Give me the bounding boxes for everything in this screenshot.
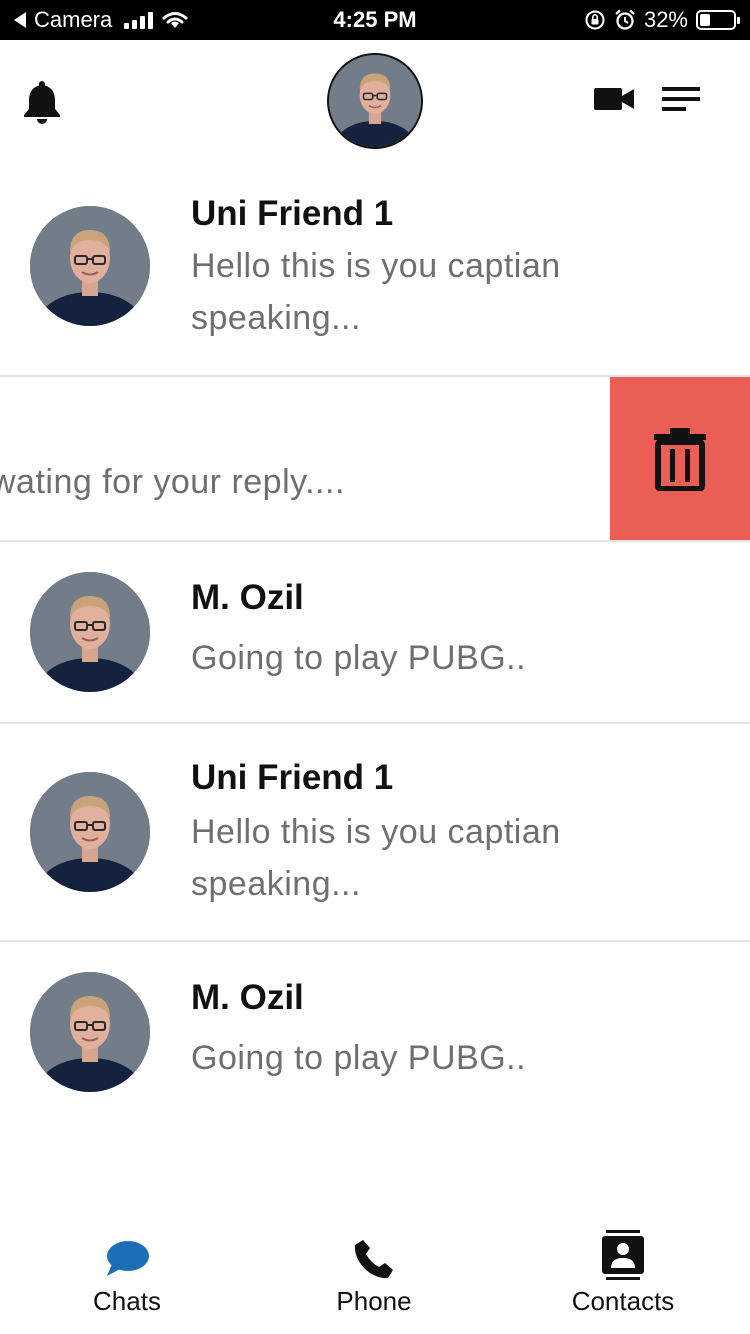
contact-name: M. Ozil <box>191 578 304 617</box>
chat-item[interactable]: M. Ozil Going to play PUBG.. <box>0 542 750 722</box>
message-preview: Going to play PUBG.. <box>191 1039 527 1077</box>
chat-item[interactable]: M. Ozil Going to play PUBG.. <box>0 942 750 1122</box>
trash-icon <box>654 427 706 491</box>
alarm-icon <box>615 9 635 30</box>
contact-avatar <box>30 972 150 1092</box>
phone-icon <box>354 1240 393 1279</box>
bottom-tab-bar: Chats Phone Contacts <box>0 1210 750 1334</box>
tab-chats[interactable]: Chats <box>27 1228 227 1328</box>
message-preview: Going to play PUBG.. <box>191 639 527 677</box>
contact-avatar <box>30 206 150 326</box>
contact-name: Uni Friend 1 <box>191 758 394 797</box>
tab-phone[interactable]: Phone <box>274 1228 474 1328</box>
app-header <box>0 40 750 160</box>
message-preview: Hello this is you captian speaking... <box>191 813 561 903</box>
chat-item[interactable]: Uni Friend 1 Hello this is you captian s… <box>0 160 750 375</box>
message-preview: wating for your reply.... <box>0 463 345 501</box>
contacts-icon <box>602 1230 644 1280</box>
status-bar: Camera 4:25 PM 32% <box>0 0 750 40</box>
contact-name: M. Ozil <box>191 978 304 1017</box>
chat-item-swiped[interactable]: wating for your reply.... <box>0 377 750 540</box>
profile-avatar[interactable] <box>327 53 423 149</box>
status-right: 32% <box>584 7 740 33</box>
orientation-lock-icon <box>585 10 605 30</box>
contact-avatar <box>30 772 150 892</box>
tab-label: Phone <box>336 1286 412 1316</box>
video-camera-icon[interactable] <box>592 84 636 114</box>
chat-item[interactable]: Uni Friend 1 Hello this is you captian s… <box>0 724 750 940</box>
chat-bubble-icon <box>107 1241 149 1276</box>
contact-name: Uni Friend 1 <box>191 194 394 233</box>
delete-button[interactable] <box>610 377 750 540</box>
chat-list-screen: Camera 4:25 PM 32% Uni Friend 1 Hello th… <box>0 0 750 1334</box>
menu-icon[interactable] <box>660 84 702 114</box>
tab-contacts[interactable]: Contacts <box>523 1228 723 1328</box>
battery-percent: 32% <box>643 7 688 32</box>
tab-label: Contacts <box>571 1286 675 1316</box>
bell-icon[interactable] <box>20 78 64 126</box>
message-preview: Hello this is you captian speaking... <box>191 247 561 337</box>
tab-label: Chats <box>93 1286 161 1316</box>
battery-icon <box>696 10 740 30</box>
contact-avatar <box>30 572 150 692</box>
